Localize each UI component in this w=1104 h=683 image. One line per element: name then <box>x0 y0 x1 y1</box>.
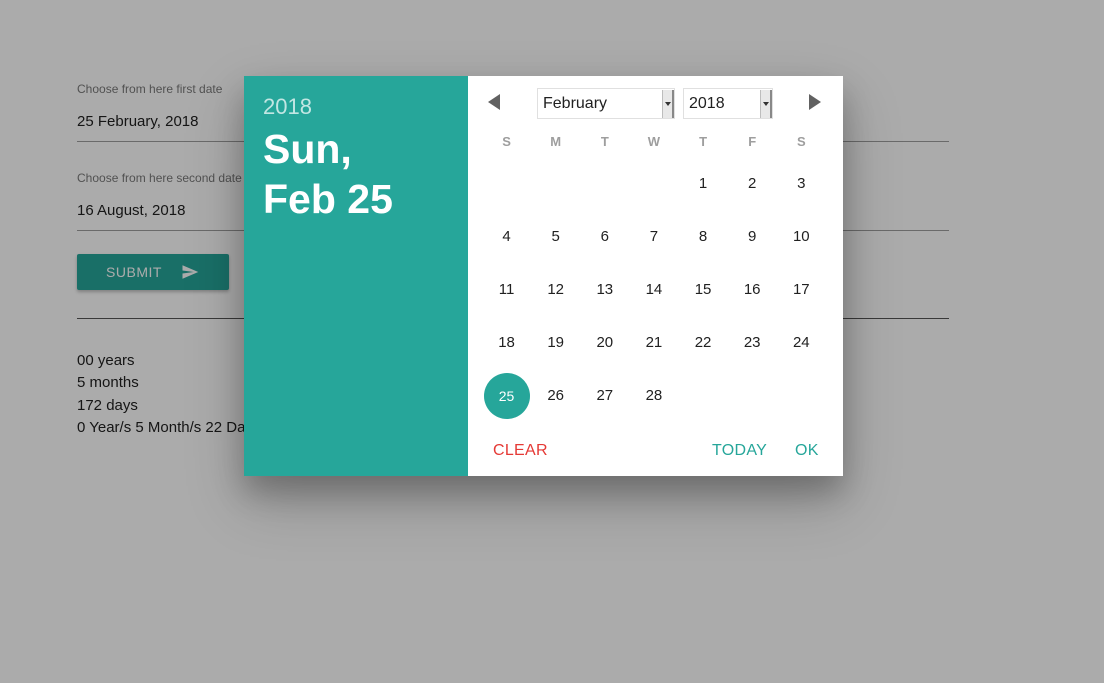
year-select-value: 2018 <box>689 94 725 112</box>
day-cell[interactable]: 22 <box>679 316 728 369</box>
day-cell[interactable]: 10 <box>777 210 826 263</box>
day-cell[interactable]: 27 <box>580 369 629 422</box>
day-cell[interactable]: 24 <box>777 316 826 369</box>
weekday-label: S <box>796 134 806 149</box>
year-select[interactable]: 2018 <box>683 88 773 119</box>
clear-button[interactable]: CLEAR <box>493 442 548 460</box>
day-cell[interactable]: 8 <box>679 210 728 263</box>
calendar-grid: 1 2 3 4 5 6 7 8 9 10 11 12 13 14 15 16 17 18 19 20 21 22 23 24 2… <box>482 157 826 422</box>
day-cell[interactable]: 12 <box>531 263 580 316</box>
header-weekday: Sun, <box>263 126 352 172</box>
date-picker-header: 2018 Sun, Feb 25 <box>244 76 468 476</box>
empty-day-cell <box>531 157 580 210</box>
day-cell[interactable]: 6 <box>580 210 629 263</box>
day-cell[interactable]: 26 <box>531 369 580 422</box>
day-cell[interactable]: 18 <box>482 316 531 369</box>
day-cell[interactable]: 2 <box>728 157 777 210</box>
selected-day-cell[interactable]: 25 <box>482 369 531 422</box>
day-cell[interactable]: 19 <box>531 316 580 369</box>
day-cell[interactable]: 17 <box>777 263 826 316</box>
chevron-left-icon <box>488 94 500 110</box>
day-cell[interactable]: 13 <box>580 263 629 316</box>
weekday-label: F <box>748 134 757 149</box>
header-date: Feb 25 <box>263 176 393 222</box>
day-cell[interactable]: 28 <box>629 369 678 422</box>
weekday-label: T <box>600 134 609 149</box>
month-select-value: February <box>543 94 608 112</box>
empty-day-cell <box>482 157 531 210</box>
day-cell[interactable]: 16 <box>728 263 777 316</box>
dropdown-arrow-icon <box>760 90 772 118</box>
today-button[interactable]: TODAY <box>712 442 767 460</box>
day-cell[interactable]: 7 <box>629 210 678 263</box>
day-cell[interactable]: 4 <box>482 210 531 263</box>
day-cell[interactable]: 15 <box>679 263 728 316</box>
weekday-header-row: SMTWTFS <box>482 134 826 149</box>
header-year[interactable]: 2018 <box>263 94 449 120</box>
ok-button[interactable]: OK <box>795 442 819 460</box>
empty-day-cell <box>580 157 629 210</box>
day-cell[interactable]: 21 <box>629 316 678 369</box>
day-cell[interactable]: 11 <box>482 263 531 316</box>
date-picker-body: February 2018 SMTWTFS 1 2 3 4 5 6 7 8 9 10 11 12 13 1… <box>468 76 843 476</box>
weekday-label: W <box>647 134 661 149</box>
day-cell[interactable]: 1 <box>679 157 728 210</box>
prev-month-button[interactable] <box>482 90 506 114</box>
next-month-button[interactable] <box>803 90 827 114</box>
month-select[interactable]: February <box>537 88 675 119</box>
day-cell[interactable]: 23 <box>728 316 777 369</box>
chevron-right-icon <box>809 94 821 110</box>
dropdown-arrow-icon <box>662 90 674 118</box>
day-cell[interactable]: 20 <box>580 316 629 369</box>
day-cell[interactable]: 3 <box>777 157 826 210</box>
empty-day-cell <box>629 157 678 210</box>
day-cell[interactable]: 9 <box>728 210 777 263</box>
day-cell[interactable]: 14 <box>629 263 678 316</box>
weekday-label: T <box>699 134 708 149</box>
day-cell[interactable]: 5 <box>531 210 580 263</box>
date-picker-modal: 2018 Sun, Feb 25 February 2018 SMTWTFS 1… <box>244 76 843 476</box>
weekday-label: S <box>502 134 511 149</box>
weekday-label: M <box>550 134 562 149</box>
